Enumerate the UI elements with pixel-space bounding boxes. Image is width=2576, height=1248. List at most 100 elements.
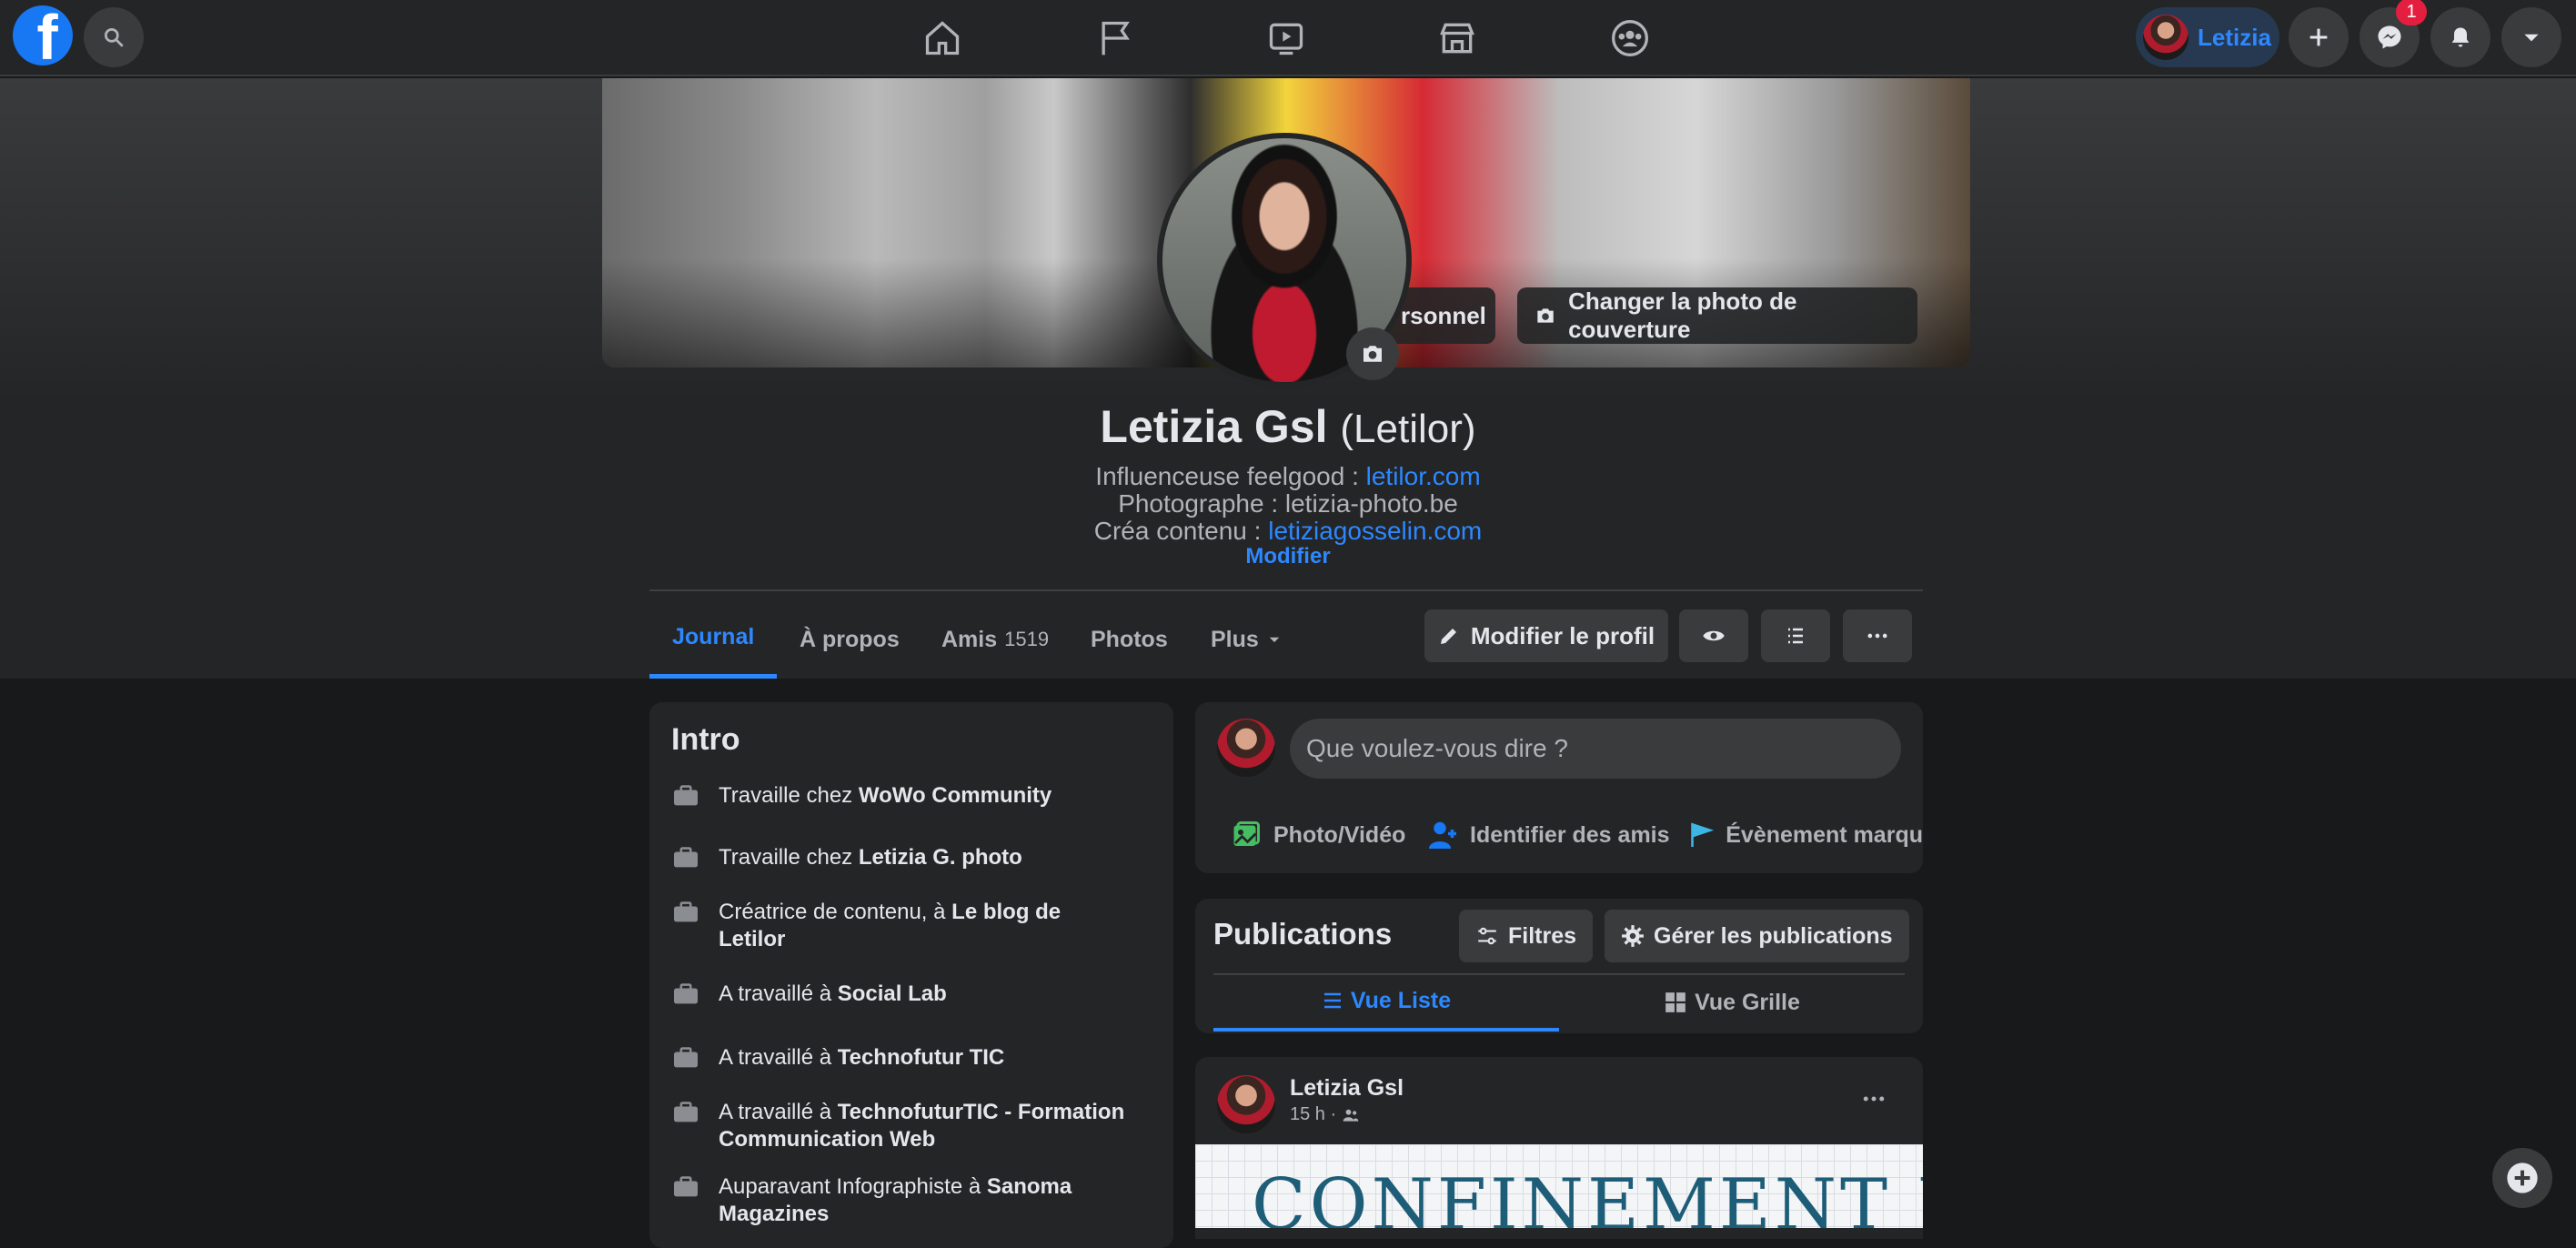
intro-item-prefix: Travaille chez <box>719 845 859 870</box>
manage-posts-button[interactable]: Gérer les publications <box>1605 910 1909 962</box>
camera-icon <box>1537 308 1554 323</box>
change-cover-button[interactable]: Changer la photo de couverture <box>1517 287 1917 344</box>
search-button[interactable] <box>84 7 144 67</box>
nav-marketplace[interactable] <box>1430 13 1484 64</box>
tag-friends-button[interactable]: Identifier des amis <box>1426 811 1670 859</box>
intro-item-link[interactable]: Technofutur TIC <box>838 1045 1005 1070</box>
search-icon <box>104 27 124 47</box>
nav-pages[interactable] <box>1088 13 1142 64</box>
profile-shortcut[interactable]: Letizia <box>2136 7 2279 67</box>
nav-watch[interactable] <box>1259 13 1313 64</box>
edit-bio-link[interactable]: Modifier <box>0 544 2576 569</box>
post-options-button[interactable] <box>1852 1082 1896 1115</box>
divider <box>649 589 1923 591</box>
plus-circle-icon <box>2507 1162 2538 1193</box>
more-options-button[interactable] <box>1843 609 1912 662</box>
briefcase-icon <box>671 1044 704 1072</box>
tab-more[interactable]: Plus <box>1188 600 1305 679</box>
intro-item-prefix: Créatrice de contenu, à <box>719 900 952 924</box>
intro-item: A travaillé à Technofutur TIC <box>671 1044 1162 1072</box>
list-view-tab[interactable]: Vue Liste <box>1213 973 1559 1032</box>
life-event-button[interactable]: Évènement marqu <box>1686 811 1923 859</box>
tab-label: Amis <box>941 626 998 652</box>
intro-item-prefix: Travaille chez <box>719 783 859 808</box>
bio-link[interactable]: letilor.com <box>1366 462 1481 490</box>
create-button[interactable] <box>2289 7 2349 67</box>
intro-item-link[interactable]: Letizia G. photo <box>859 845 1022 870</box>
messenger-badge: 1 <box>2396 0 2427 25</box>
profile-full-name: Letizia Gsl <box>1100 401 1328 452</box>
intro-item: Auparavant Infographiste à Sanoma Magazi… <box>671 1173 1162 1228</box>
notifications-button[interactable] <box>2430 7 2490 67</box>
publications-title: Publications <box>1213 917 1393 951</box>
activity-log-button[interactable] <box>1761 609 1830 662</box>
intro-item-link[interactable]: Social Lab <box>838 981 947 1006</box>
filters-button[interactable]: Filtres <box>1459 910 1594 962</box>
filters-label: Filtres <box>1508 922 1577 949</box>
profile-name: Letizia Gsl (Letilor) <box>0 400 2576 453</box>
view-as-button[interactable] <box>1679 609 1748 662</box>
nav-home[interactable] <box>915 13 970 64</box>
briefcase-icon <box>671 899 704 926</box>
manage-posts-label: Gérer les publications <box>1654 922 1893 949</box>
tab-friends[interactable]: Amis 1519 <box>919 600 1072 679</box>
eye-icon <box>1703 630 1725 641</box>
list-icon <box>1788 628 1803 644</box>
intro-item-prefix: A travaillé à <box>719 981 838 1006</box>
intro-item: A travaillé à Social Lab <box>671 981 1162 1008</box>
briefcase-icon <box>671 1173 704 1201</box>
grid-view-label: Vue Grille <box>1695 989 1800 1015</box>
groups-icon <box>1612 20 1648 56</box>
home-icon <box>925 21 960 55</box>
post-time[interactable]: 15 h · <box>1290 1104 1336 1125</box>
pages-flag-icon <box>1102 21 1130 55</box>
edit-profile-label: Modifier le profil <box>1470 621 1655 649</box>
bio-line: Influenceuse feelgood : letilor.com <box>0 462 2576 491</box>
bio-text: Créa contenu : <box>1093 517 1269 545</box>
marketplace-icon <box>1440 23 1474 54</box>
account-menu-button[interactable] <box>2501 7 2561 67</box>
new-message-button[interactable] <box>2492 1148 2552 1208</box>
tag-friends-icon <box>1429 821 1456 849</box>
friends-audience-icon <box>1343 1109 1359 1122</box>
change-cover-label: Changer la photo de couverture <box>1568 287 1797 343</box>
tab-photos[interactable]: Photos <box>1068 600 1191 679</box>
pencil-icon <box>1440 629 1456 644</box>
list-view-label: Vue Liste <box>1350 987 1452 1013</box>
intro-item-prefix: A travaillé à <box>719 1100 838 1124</box>
edit-profile-button[interactable]: Modifier le profil <box>1424 609 1668 662</box>
caret-down-icon <box>2524 34 2539 42</box>
briefcase-icon <box>671 782 704 810</box>
post-image[interactable]: CONFINEMENT JOUR#17 <box>1195 1144 1923 1228</box>
list-icon <box>1323 992 1341 1009</box>
intro-item-link[interactable]: WoWo Community <box>859 783 1052 808</box>
post-meta: 15 h · <box>1290 1104 1360 1125</box>
intro-item-prefix: Auparavant Infographiste à <box>719 1174 987 1199</box>
avatar[interactable] <box>1217 1075 1275 1133</box>
bio-line: Créa contenu : letiziagosselin.com <box>0 517 2576 546</box>
bio-text: Influenceuse feelgood : <box>1095 462 1366 490</box>
tab-about[interactable]: À propos <box>777 600 922 679</box>
tab-label: Photos <box>1091 626 1168 652</box>
edit-cover-label: rsonnel <box>1401 301 1486 329</box>
facebook-logo[interactable]: f <box>13 5 73 65</box>
tab-label: À propos <box>800 626 900 652</box>
bio-link[interactable]: letiziagosselin.com <box>1268 517 1482 545</box>
briefcase-icon <box>671 981 704 1008</box>
grid-view-tab[interactable]: Vue Grille <box>1559 973 1905 1032</box>
photo-icon <box>1233 821 1260 846</box>
status-input[interactable]: Que voulez-vous dire ? <box>1290 719 1901 779</box>
top-navigation-bar: f Letizia 1 <box>0 0 2576 76</box>
intro-item-prefix: A travaillé à <box>719 1045 838 1070</box>
tab-journal[interactable]: Journal <box>649 600 778 679</box>
post-author[interactable]: Letizia Gsl <box>1290 1075 1404 1102</box>
intro-item: Créatrice de contenu, à Le blog de Letil… <box>671 899 1162 953</box>
friends-count: 1519 <box>1004 628 1050 650</box>
update-profile-picture-button[interactable] <box>1346 327 1399 380</box>
nav-groups[interactable] <box>1603 13 1657 64</box>
avatar <box>2143 15 2189 60</box>
photo-video-button[interactable]: Photo/Vidéo <box>1230 811 1405 859</box>
camera-icon <box>1363 346 1382 362</box>
post-image-text: CONFINEMENT JOUR#17 <box>1252 1164 1923 1228</box>
messenger-icon <box>2378 25 2401 49</box>
